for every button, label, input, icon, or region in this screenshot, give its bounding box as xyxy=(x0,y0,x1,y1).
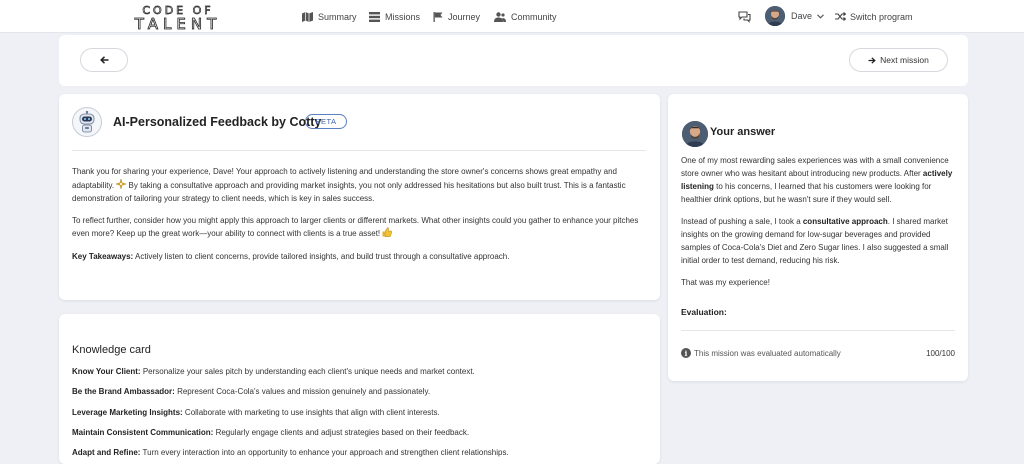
answer-paragraph-2: Instead of pushing a sale, I took a cons… xyxy=(681,215,959,267)
chat-icon[interactable] xyxy=(738,10,751,28)
evaluation-label: Evaluation: xyxy=(681,307,727,317)
knowledge-list: Know Your Client: Personalize your sales… xyxy=(72,367,650,464)
user-menu[interactable]: Dave xyxy=(765,6,824,26)
list-item: Leverage Marketing Insights: Collaborate… xyxy=(72,408,650,428)
arrow-left-icon xyxy=(99,56,109,64)
list-icon xyxy=(369,11,380,22)
nav-community[interactable]: Community xyxy=(494,0,557,33)
next-mission-button[interactable]: Next mission xyxy=(849,48,948,72)
evaluation-row: i This mission was evaluated automatical… xyxy=(681,348,955,358)
knowledge-item-text: Represent Coca-Cola's values and mission… xyxy=(174,387,431,397)
nav-journey-label: Journey xyxy=(448,11,481,22)
knowledge-item-label: Know Your Client: xyxy=(72,367,141,376)
ai-feedback-card: AI-Personalized Feedback by Cotty BETA T… xyxy=(59,94,660,300)
nav-journey[interactable]: Journey xyxy=(433,0,480,33)
knowledge-card: Knowledge card Know Your Client: Persona… xyxy=(59,314,660,464)
thumbs-up-icon xyxy=(382,227,393,242)
knowledge-item-text: Turn every interaction into an opportuni… xyxy=(140,448,509,458)
nav-summary-label: Summary xyxy=(318,11,357,22)
takeaways-label: Key Takeaways: xyxy=(72,251,134,261)
feedback-p2-text: To reflect further, consider how you mig… xyxy=(72,215,639,239)
info-icon: i xyxy=(681,348,691,358)
switch-program-button[interactable]: Switch program xyxy=(835,0,913,33)
answer-paragraph-3: That was my experience! xyxy=(681,278,770,287)
mission-action-bar: Next mission xyxy=(59,35,968,86)
nav-missions-label: Missions xyxy=(385,11,421,22)
auto-eval-text: This mission was evaluated automatically xyxy=(694,348,841,358)
knowledge-item-label: Be the Brand Ambassador: xyxy=(72,387,175,397)
switch-program-label: Switch program xyxy=(850,11,913,22)
answer-p1-end: to his concerns, I learned that his cust… xyxy=(681,182,932,204)
knowledge-card-title: Knowledge card xyxy=(72,344,151,356)
feedback-takeaways: Key Takeaways: Actively listen to client… xyxy=(72,251,650,264)
chevron-down-icon xyxy=(817,13,824,19)
nav-community-label: Community xyxy=(511,11,557,22)
nav-summary[interactable]: Summary xyxy=(302,0,357,33)
feedback-divider xyxy=(72,150,646,151)
knowledge-item-text: Collaborate with marketing to use insigh… xyxy=(182,407,440,417)
knowledge-item-text: Regularly engage clients and adjust stra… xyxy=(213,427,470,437)
feedback-paragraph-1: Thank you for sharing your experience, D… xyxy=(72,166,650,206)
logo-line2: TALENT xyxy=(134,15,221,30)
arrow-right-icon xyxy=(868,56,876,64)
back-button[interactable] xyxy=(80,48,128,72)
knowledge-item-label: Maintain Consistent Communication: xyxy=(72,427,214,437)
takeaways-text: Actively listen to client concerns, prov… xyxy=(133,251,510,261)
user-name: Dave xyxy=(791,11,813,21)
knowledge-item-text: Personalize your sales pitch by understa… xyxy=(140,367,475,376)
list-item: Maintain Consistent Communication: Regul… xyxy=(72,428,650,448)
top-navigation: CODE OF TALENT Summary Missions Journey … xyxy=(0,0,1024,33)
avatar xyxy=(765,6,785,26)
answer-body: One of my most rewarding sales experienc… xyxy=(681,154,959,298)
robot-icon xyxy=(72,107,102,137)
your-answer-card: Your answer One of my most rewarding sal… xyxy=(668,94,968,381)
map-icon xyxy=(302,11,313,22)
evaluation-divider xyxy=(681,330,955,331)
next-mission-label: Next mission xyxy=(880,55,929,65)
answer-p2-start: Instead of pushing a sale, I took a xyxy=(681,217,803,226)
nav-missions[interactable]: Missions xyxy=(369,0,420,33)
shuffle-icon xyxy=(835,12,846,21)
feedback-title: AI-Personalized Feedback by Cotty xyxy=(113,115,322,129)
feedback-p1-end: By taking a consultative approach and pr… xyxy=(72,180,626,204)
code-of-talent-logo[interactable]: CODE OF TALENT xyxy=(107,3,249,30)
community-icon xyxy=(494,11,506,22)
list-item: Adapt and Refine: Turn every interaction… xyxy=(72,448,650,464)
answer-paragraph-1: One of my most rewarding sales experienc… xyxy=(681,154,959,206)
feedback-paragraph-2: To reflect further, consider how you mig… xyxy=(72,215,650,242)
beta-badge: BETA xyxy=(305,114,347,129)
list-item: Know Your Client: Personalize your sales… xyxy=(72,367,650,387)
list-item: Be the Brand Ambassador: Represent Coca-… xyxy=(72,387,650,407)
answer-title: Your answer xyxy=(710,126,776,138)
answer-p1-start: One of my most rewarding sales experienc… xyxy=(681,156,949,178)
feedback-body: Thank you for sharing your experience, D… xyxy=(72,166,650,272)
sparkle-icon xyxy=(115,177,128,194)
knowledge-item-label: Adapt and Refine: xyxy=(72,448,141,458)
evaluation-score: 100/100 xyxy=(926,348,955,358)
answer-p2-bold: consultative approach xyxy=(802,217,888,226)
knowledge-item-label: Leverage Marketing Insights: xyxy=(72,407,183,417)
flag-icon xyxy=(433,11,443,22)
avatar xyxy=(682,121,708,147)
